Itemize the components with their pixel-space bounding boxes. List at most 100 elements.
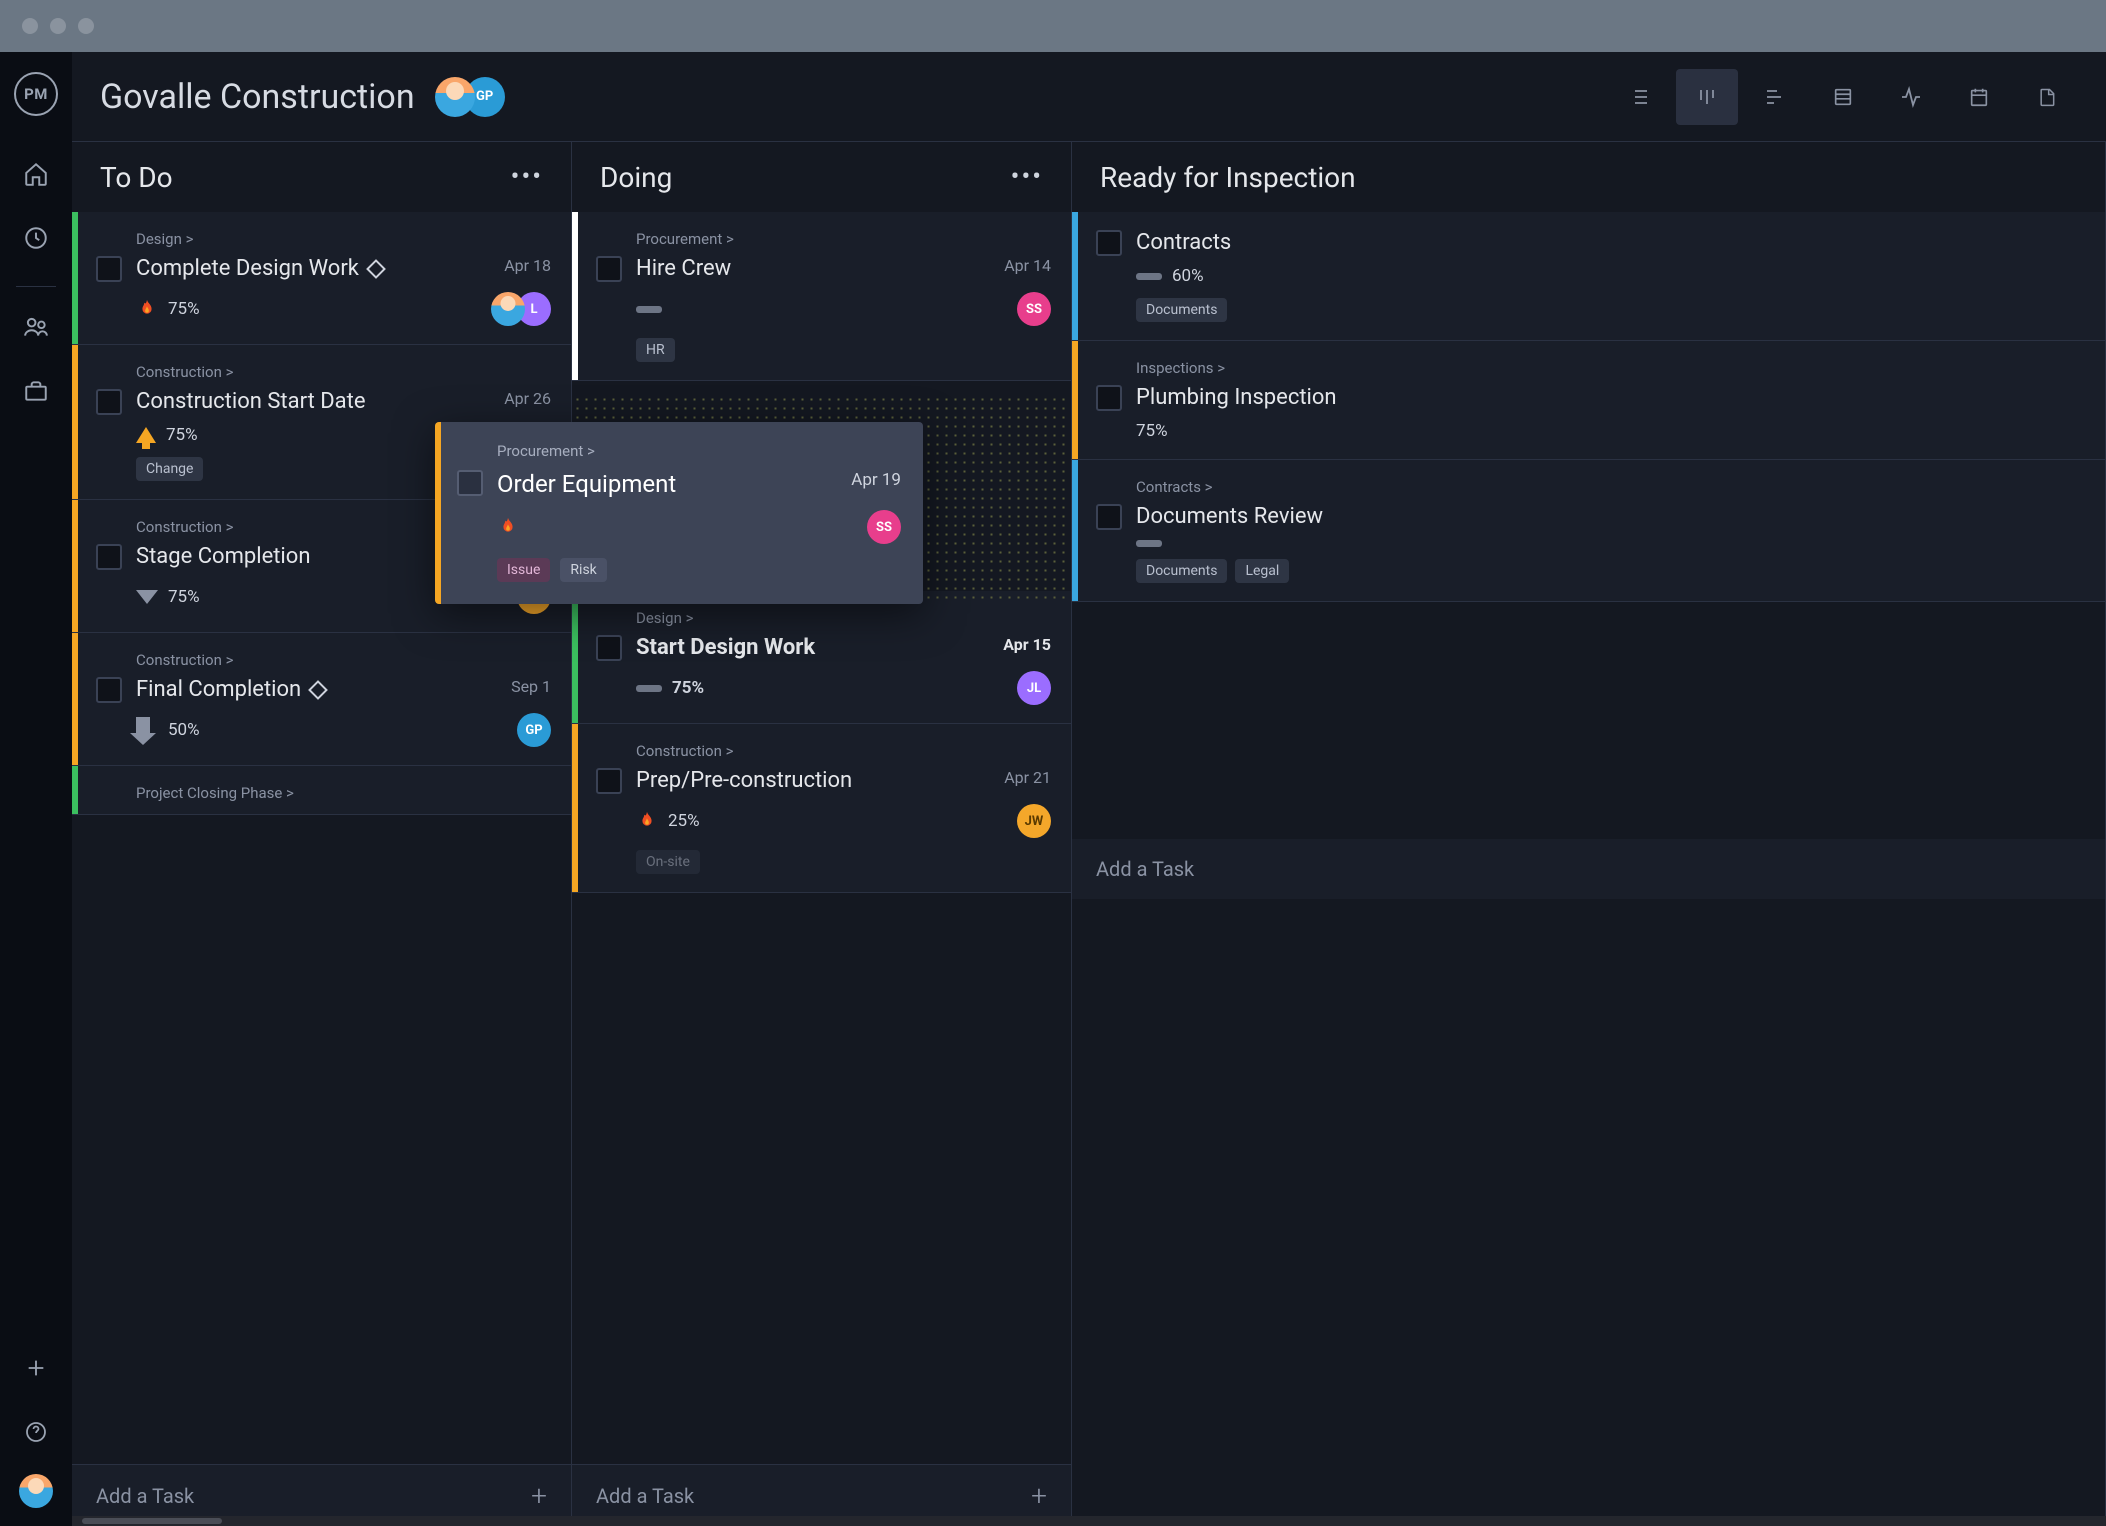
assignee-avatar[interactable]: SS (1017, 292, 1051, 326)
task-title: Final Completion (136, 677, 499, 702)
card-breadcrumb[interactable]: Procurement > (636, 230, 1051, 248)
card-breadcrumb[interactable]: Project Closing Phase > (136, 784, 551, 802)
add-icon[interactable] (14, 1346, 58, 1390)
task-progress: 60% (1172, 266, 1204, 286)
card-breadcrumb[interactable]: Construction > (636, 742, 1051, 760)
home-icon[interactable] (14, 152, 58, 196)
task-card[interactable]: Contracts 60% Documents (1072, 212, 2105, 341)
task-checkbox[interactable] (96, 389, 122, 415)
card-stripe (1072, 341, 1078, 459)
card-breadcrumb[interactable]: Design > (636, 609, 1051, 627)
clock-icon[interactable] (14, 216, 58, 260)
card-breadcrumb[interactable]: Design > (136, 230, 551, 248)
card-stripe (72, 212, 78, 344)
card-stripe (572, 212, 578, 380)
card-breadcrumb[interactable]: Procurement > (497, 442, 901, 460)
traffic-light-close[interactable] (22, 18, 38, 34)
priority-bar-icon (636, 685, 662, 692)
task-title: Order Equipment (497, 470, 851, 498)
card-stripe (435, 422, 441, 604)
task-tag[interactable]: Documents (1136, 298, 1227, 322)
task-checkbox[interactable] (596, 256, 622, 282)
task-tag[interactable]: Change (136, 457, 203, 481)
card-stripe (1072, 460, 1078, 601)
priority-flame-icon (636, 810, 658, 832)
column-menu-icon[interactable]: ••• (511, 162, 543, 192)
current-user-avatar[interactable] (19, 1474, 53, 1508)
task-tag[interactable]: On-site (636, 850, 700, 874)
task-tag[interactable]: Risk (560, 558, 606, 582)
task-card[interactable]: Project Closing Phase > (72, 766, 571, 815)
team-icon[interactable] (14, 305, 58, 349)
priority-bar-icon (636, 306, 662, 313)
card-stripe (72, 500, 78, 632)
horizontal-scrollbar[interactable] (72, 1516, 2106, 1526)
project-members[interactable]: GP (435, 77, 505, 117)
task-date: Apr 18 (504, 256, 551, 275)
board-view-tab[interactable] (1676, 69, 1738, 125)
task-tag[interactable]: HR (636, 338, 675, 362)
card-stripe (572, 591, 578, 723)
task-title: Construction Start Date (136, 389, 492, 414)
member-avatar[interactable] (435, 77, 475, 117)
traffic-light-max[interactable] (78, 18, 94, 34)
task-card[interactable]: Contracts > Documents Review Documents L… (1072, 460, 2105, 602)
task-checkbox[interactable] (96, 256, 122, 282)
task-checkbox[interactable] (1096, 385, 1122, 411)
column-title: To Do (100, 161, 173, 194)
card-breadcrumb[interactable]: Construction > (136, 651, 551, 669)
dragging-card[interactable]: Procurement > Order Equipment Apr 19 SS … (435, 422, 923, 604)
task-checkbox[interactable] (596, 768, 622, 794)
task-progress: 75% (166, 425, 198, 445)
files-view-tab[interactable] (2016, 69, 2078, 125)
task-card[interactable]: Procurement > Hire Crew Apr 14 SS HR (572, 212, 1071, 381)
task-tag[interactable]: Documents (1136, 559, 1227, 583)
task-checkbox[interactable] (1096, 230, 1122, 256)
task-card[interactable]: Inspections > Plumbing Inspection 75% (1072, 341, 2105, 460)
add-task-button[interactable]: Add a Task (1072, 839, 2105, 899)
card-breadcrumb[interactable]: Inspections > (1136, 359, 2085, 377)
task-date: Apr 21 (1004, 768, 1051, 787)
list-view-tab[interactable] (1608, 69, 1670, 125)
task-card[interactable]: Design > Complete Design Work Apr 18 75% (72, 212, 571, 345)
app-logo[interactable]: PM (14, 72, 58, 116)
priority-up-icon (136, 427, 156, 443)
task-tag[interactable]: Legal (1235, 559, 1289, 583)
assignee-avatar[interactable]: SS (867, 510, 901, 544)
milestone-icon (366, 259, 386, 279)
column-menu-icon[interactable]: ••• (1011, 162, 1043, 192)
gantt-view-tab[interactable] (1744, 69, 1806, 125)
help-icon[interactable] (14, 1410, 58, 1454)
add-task-label: Add a Task (96, 1484, 194, 1508)
task-checkbox[interactable] (96, 544, 122, 570)
assignee-avatar[interactable]: JW (1017, 804, 1051, 838)
task-progress: 75% (672, 678, 704, 698)
task-checkbox[interactable] (1096, 504, 1122, 530)
assignee-avatar[interactable]: GP (517, 713, 551, 747)
task-title: Complete Design Work (136, 256, 492, 281)
traffic-light-min[interactable] (50, 18, 66, 34)
activity-view-tab[interactable] (1880, 69, 1942, 125)
card-breadcrumb[interactable]: Contracts > (1136, 478, 2085, 496)
task-date: Apr 26 (504, 389, 551, 408)
task-card[interactable]: Design > Start Design Work Apr 15 75% JL (572, 591, 1071, 724)
task-checkbox[interactable] (457, 470, 483, 496)
task-card[interactable]: Construction > Final Completion Sep 1 50… (72, 633, 571, 766)
task-progress: 25% (668, 811, 700, 831)
column-doing: Doing ••• Procurement > Hire Crew Apr 14 (572, 142, 1072, 1526)
card-breadcrumb[interactable]: Construction > (136, 363, 551, 381)
kanban-board: To Do ••• Design > Complete Design Work … (72, 142, 2106, 1526)
sheet-view-tab[interactable] (1812, 69, 1874, 125)
task-card[interactable]: Construction > Prep/Pre-construction Apr… (572, 724, 1071, 893)
project-header: Govalle Construction GP (72, 52, 2106, 142)
calendar-view-tab[interactable] (1948, 69, 2010, 125)
column-title: Doing (600, 161, 672, 194)
card-stripe (72, 633, 78, 765)
scrollbar-thumb[interactable] (82, 1518, 222, 1524)
task-checkbox[interactable] (596, 635, 622, 661)
briefcase-icon[interactable] (14, 369, 58, 413)
assignee-avatar[interactable]: JL (1017, 671, 1051, 705)
task-tag[interactable]: Issue (497, 558, 550, 582)
assignee-avatar[interactable] (491, 292, 525, 326)
task-checkbox[interactable] (96, 677, 122, 703)
